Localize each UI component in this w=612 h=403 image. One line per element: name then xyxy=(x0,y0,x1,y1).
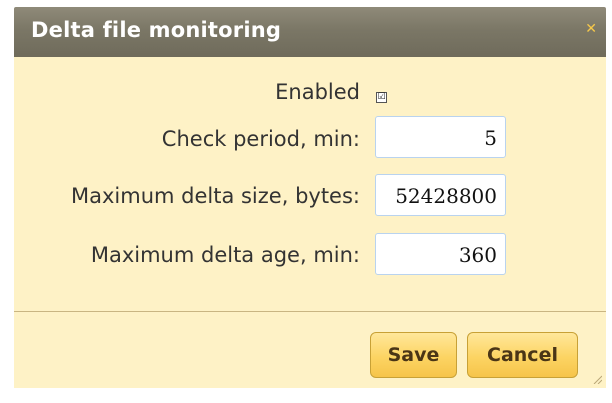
resize-handle-icon[interactable] xyxy=(592,374,602,384)
check-period-input[interactable]: 5 xyxy=(375,116,506,158)
delta-file-monitoring-dialog: Delta file monitoring ✕ Enabled ☑ Check … xyxy=(0,0,612,403)
footer-divider xyxy=(14,311,606,312)
max-delta-age-label: Maximum delta age, min: xyxy=(90,243,360,267)
max-delta-age-input[interactable]: 360 xyxy=(375,233,506,275)
check-period-row: Check period, min: 5 xyxy=(14,115,606,165)
dialog-titlebar[interactable]: Delta file monitoring ✕ xyxy=(14,7,606,57)
cancel-button[interactable]: Cancel xyxy=(467,332,578,378)
dialog-body: Enabled ☑ Check period, min: 5 Maximum d… xyxy=(14,57,606,388)
save-button[interactable]: Save xyxy=(370,332,457,378)
max-delta-size-row: Maximum delta size, bytes: 52428800 xyxy=(14,172,606,222)
enabled-row: Enabled ☑ xyxy=(14,65,606,115)
max-delta-size-label: Maximum delta size, bytes: xyxy=(70,184,360,208)
max-delta-size-input[interactable]: 52428800 xyxy=(375,174,506,216)
enabled-checkbox[interactable]: ☑ xyxy=(376,92,387,103)
max-delta-age-row: Maximum delta age, min: 360 xyxy=(14,231,606,281)
dialog-title: Delta file monitoring xyxy=(31,18,282,42)
enabled-label: Enabled xyxy=(275,80,360,104)
check-period-label: Check period, min: xyxy=(161,127,360,151)
close-icon[interactable]: ✕ xyxy=(585,21,597,37)
